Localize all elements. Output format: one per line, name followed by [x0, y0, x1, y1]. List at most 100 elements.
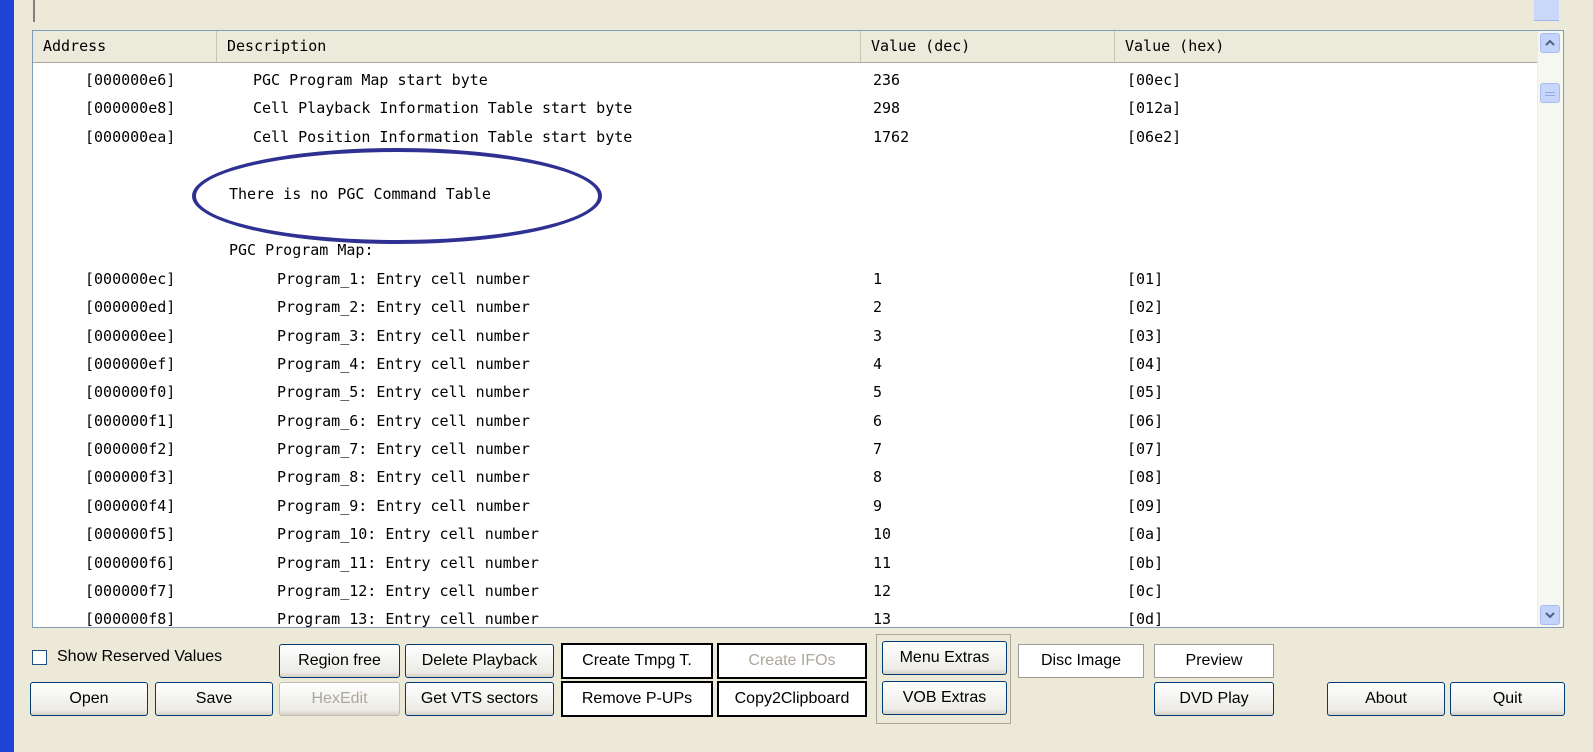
- table-row[interactable]: [000000f0] Program_5: Entry cell number 5 […: [33, 379, 1539, 407]
- value-dec-cell: 4: [873, 354, 883, 373]
- description-cell: Program_8: Entry cell number: [277, 468, 530, 487]
- quit-button[interactable]: Quit: [1450, 682, 1565, 716]
- value-dec-cell: 9: [873, 496, 883, 515]
- table-row[interactable]: [000000ec] Program_1: Entry cell number 1 […: [33, 266, 1539, 294]
- top-divider: [33, 0, 35, 22]
- disc-image-button[interactable]: Disc Image: [1018, 644, 1144, 678]
- address-cell: [000000f8]: [85, 610, 176, 628]
- address-cell: [000000f0]: [85, 383, 176, 402]
- table-row[interactable]: [000000ee] Program_3: Entry cell number 3 […: [33, 323, 1539, 351]
- value-hex-cell: [0a]: [1127, 525, 1164, 544]
- delete-playback-button[interactable]: Delete Playback: [405, 644, 554, 678]
- value-dec-cell: 1762: [873, 127, 910, 146]
- value-dec-cell: 3: [873, 326, 883, 345]
- description-cell: Program_1: Entry cell number: [277, 269, 530, 288]
- hexedit-button[interactable]: HexEdit: [279, 682, 400, 716]
- region-free-button[interactable]: Region free: [279, 644, 400, 678]
- menu-extras-button[interactable]: Menu Extras: [882, 641, 1007, 675]
- value-dec-cell: 6: [873, 411, 883, 430]
- description-cell: Program_9: Entry cell number: [277, 496, 530, 515]
- value-hex-cell: [01]: [1127, 269, 1164, 288]
- table-row[interactable]: [000000e8] Cell Playback Information Tabl…: [33, 95, 1539, 123]
- description-cell: Cell Position Information Table start by…: [253, 127, 633, 146]
- scrollbar-thumb[interactable]: [1540, 83, 1560, 103]
- get-vts-sectors-button[interactable]: Get VTS sectors: [405, 682, 554, 716]
- address-cell: [000000f6]: [85, 553, 176, 572]
- save-button[interactable]: Save: [155, 682, 273, 716]
- table-row[interactable]: [000000f1] Program_6: Entry cell number 6 […: [33, 408, 1539, 436]
- create-ifos-button[interactable]: Create IFOs: [717, 643, 867, 679]
- table-row[interactable]: PGC Program Map:: [33, 237, 1539, 265]
- column-header-address[interactable]: Address: [33, 31, 217, 62]
- description-cell: Program_6: Entry cell number: [277, 411, 530, 430]
- remove-pups-button[interactable]: Remove P-UPs: [561, 681, 713, 717]
- table-row[interactable]: [000000ea] Cell Position Information Tabl…: [33, 124, 1539, 152]
- copy2clipboard-button[interactable]: Copy2Clipboard: [717, 681, 867, 717]
- value-hex-cell: [06]: [1127, 411, 1164, 430]
- description-cell: Program_2: Entry cell number: [277, 298, 530, 317]
- value-hex-cell: [07]: [1127, 440, 1164, 459]
- listview-header: Address Description Value (dec) Value (h…: [33, 31, 1539, 63]
- show-reserved-option[interactable]: Show Reserved Values: [32, 648, 222, 666]
- address-cell: [000000ea]: [85, 127, 176, 146]
- vertical-scrollbar[interactable]: [1537, 31, 1563, 627]
- preview-button[interactable]: Preview: [1154, 644, 1274, 678]
- about-button[interactable]: About: [1327, 682, 1445, 716]
- description-cell: Program_7: Entry cell number: [277, 440, 530, 459]
- description-cell: Program_11: Entry cell number: [277, 553, 539, 572]
- column-header-value-dec[interactable]: Value (dec): [861, 31, 1115, 62]
- address-cell: [000000f5]: [85, 525, 176, 544]
- value-dec-cell: 11: [873, 553, 892, 572]
- table-row[interactable]: [000000f3] Program_8: Entry cell number 8 […: [33, 464, 1539, 492]
- address-cell: [000000ed]: [85, 298, 176, 317]
- show-reserved-label: Show Reserved Values: [57, 648, 223, 665]
- value-dec-cell: 7: [873, 440, 883, 459]
- value-hex-cell: [06e2]: [1127, 127, 1182, 146]
- table-row[interactable]: [000000f4] Program_9: Entry cell number 9 […: [33, 493, 1539, 521]
- table-row[interactable]: [000000f5] Program_10: Entry cell number 1…: [33, 521, 1539, 549]
- address-cell: [000000f1]: [85, 411, 176, 430]
- arrow-up-icon[interactable]: [1540, 33, 1560, 53]
- description-cell: Program_10: Entry cell number: [277, 525, 539, 544]
- table-row[interactable]: [000000f7] Program_12: Entry cell number 1…: [33, 578, 1539, 606]
- create-tmpg-button[interactable]: Create Tmpg T.: [561, 643, 713, 679]
- show-reserved-checkbox[interactable]: [32, 649, 47, 665]
- value-hex-cell: [0d]: [1127, 610, 1164, 628]
- open-button[interactable]: Open: [30, 682, 148, 716]
- address-cell: [000000e6]: [85, 71, 176, 89]
- table-row[interactable]: There is no PGC Command Table: [33, 181, 1539, 209]
- description-cell: Cell Playback Information Table start by…: [253, 99, 633, 118]
- value-hex-cell: [02]: [1127, 298, 1164, 317]
- value-dec-cell: 2: [873, 298, 883, 317]
- value-hex-cell: [0b]: [1127, 553, 1164, 572]
- value-dec-cell: 298: [873, 99, 901, 118]
- vob-extras-button[interactable]: VOB Extras: [882, 681, 1007, 715]
- table-row[interactable]: [000000f8] Program_13: Entry cell number 1…: [33, 606, 1539, 628]
- table-row[interactable]: [33, 152, 1539, 180]
- ifo-listview[interactable]: Address Description Value (dec) Value (h…: [32, 30, 1564, 628]
- description-cell: Program_12: Entry cell number: [277, 582, 539, 601]
- listview-rows: [000000e6] PGC Program Map start byte 236[…: [33, 67, 1539, 628]
- upper-scrollbar-stub[interactable]: [1534, 0, 1559, 21]
- table-row[interactable]: [000000ed] Program_2: Entry cell number 2 […: [33, 294, 1539, 322]
- column-header-value-hex[interactable]: Value (hex): [1115, 31, 1539, 62]
- address-cell: [000000e8]: [85, 99, 176, 118]
- address-cell: [000000f3]: [85, 468, 176, 487]
- table-row[interactable]: [000000e6] PGC Program Map start byte 236 […: [33, 67, 1539, 95]
- value-hex-cell: [012a]: [1127, 99, 1182, 118]
- value-dec-cell: 5: [873, 383, 883, 402]
- arrow-down-icon[interactable]: [1540, 605, 1560, 625]
- value-dec-cell: 8: [873, 468, 883, 487]
- table-row[interactable]: [000000f2] Program_7: Entry cell number 7 […: [33, 436, 1539, 464]
- description-cell: Program_5: Entry cell number: [277, 383, 530, 402]
- dvd-play-button[interactable]: DVD Play: [1154, 682, 1274, 716]
- table-row[interactable]: [000000ef] Program_4: Entry cell number 4 […: [33, 351, 1539, 379]
- value-hex-cell: [09]: [1127, 496, 1164, 515]
- value-hex-cell: [03]: [1127, 326, 1164, 345]
- column-header-description[interactable]: Description: [217, 31, 861, 62]
- description-cell: Program_3: Entry cell number: [277, 326, 530, 345]
- address-cell: [000000f4]: [85, 496, 176, 515]
- table-row[interactable]: [000000f6] Program_11: Entry cell number 1…: [33, 550, 1539, 578]
- table-row[interactable]: [33, 209, 1539, 237]
- address-cell: [000000ef]: [85, 354, 176, 373]
